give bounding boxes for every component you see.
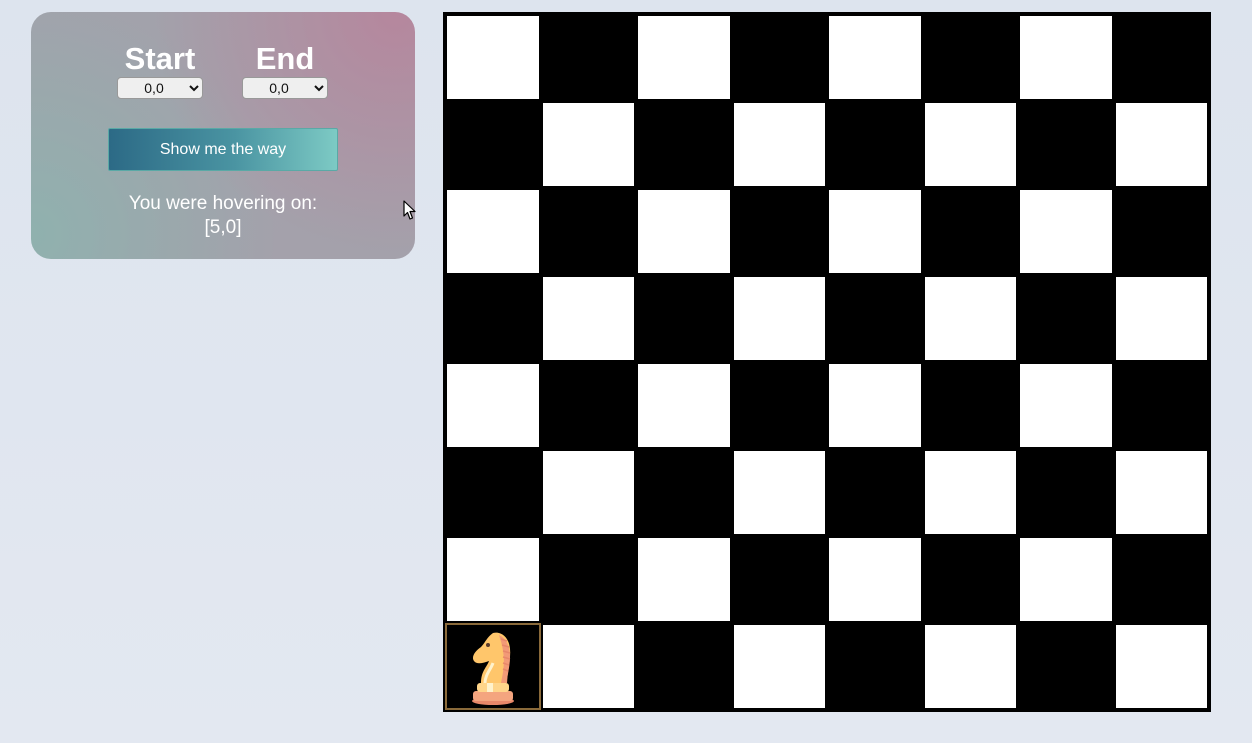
board-cell[interactable] — [731, 188, 827, 275]
board-cell[interactable] — [636, 623, 732, 710]
board-cell[interactable] — [1018, 188, 1114, 275]
board-cell[interactable] — [1018, 449, 1114, 536]
start-label: Start — [124, 41, 196, 76]
board-cell[interactable] — [1113, 623, 1209, 710]
board-cell[interactable] — [827, 275, 923, 362]
board-cell[interactable] — [636, 14, 732, 101]
board-cell[interactable] — [731, 101, 827, 188]
board-cell[interactable] — [1113, 14, 1209, 101]
board-cell[interactable] — [636, 536, 732, 623]
board-cell[interactable] — [445, 449, 541, 536]
board-cell[interactable] — [1018, 101, 1114, 188]
board-cell[interactable] — [1113, 188, 1209, 275]
chess-board — [443, 12, 1211, 712]
board-cell[interactable] — [445, 101, 541, 188]
board-cell[interactable] — [540, 623, 636, 710]
hover-label: You were hovering on: — [128, 193, 318, 214]
hover-info: You were hovering on: [5,0] — [31, 192, 415, 240]
board-cell[interactable] — [540, 101, 636, 188]
board-cell[interactable] — [445, 362, 541, 449]
board-cell[interactable] — [445, 536, 541, 623]
board-cell[interactable] — [636, 449, 732, 536]
board-cell[interactable] — [731, 449, 827, 536]
board-cell[interactable] — [827, 362, 923, 449]
board-cell[interactable] — [1018, 536, 1114, 623]
board-cell[interactable] — [827, 449, 923, 536]
board-cell[interactable] — [1113, 362, 1209, 449]
board-cell[interactable] — [827, 101, 923, 188]
board-cell[interactable] — [922, 449, 1018, 536]
end-label: End — [255, 41, 315, 76]
end-group: End 0,0 — [242, 41, 328, 99]
board-cell[interactable] — [827, 188, 923, 275]
board-cell[interactable] — [445, 188, 541, 275]
board-cell[interactable] — [1113, 536, 1209, 623]
board-cell[interactable] — [731, 275, 827, 362]
board-cell[interactable] — [1018, 275, 1114, 362]
board-cell[interactable] — [540, 449, 636, 536]
board-cell[interactable] — [445, 14, 541, 101]
board-cell[interactable] — [922, 623, 1018, 710]
board-cell[interactable] — [1018, 362, 1114, 449]
board-cell[interactable] — [540, 188, 636, 275]
end-select[interactable]: 0,0 — [242, 77, 328, 99]
board-cell[interactable] — [636, 188, 732, 275]
board-cell[interactable] — [731, 623, 827, 710]
board-cell[interactable] — [731, 362, 827, 449]
show-way-button[interactable]: Show me the way — [108, 128, 338, 171]
board-cell[interactable] — [636, 101, 732, 188]
start-select[interactable]: 0,0 — [117, 77, 203, 99]
board-cell[interactable] — [731, 536, 827, 623]
board-cell-knight[interactable] — [445, 623, 541, 710]
mouse-cursor-icon — [403, 200, 416, 220]
board-cell[interactable] — [540, 14, 636, 101]
board-cell[interactable] — [827, 14, 923, 101]
board-cell[interactable] — [1113, 275, 1209, 362]
hover-value: [5,0] — [204, 217, 242, 238]
board-cell[interactable] — [827, 623, 923, 710]
board-cell[interactable] — [827, 536, 923, 623]
knight-icon — [471, 632, 514, 705]
board-cell[interactable] — [922, 188, 1018, 275]
board-cell[interactable] — [922, 536, 1018, 623]
board-cell[interactable] — [636, 275, 732, 362]
board-cell[interactable] — [922, 101, 1018, 188]
board-cell[interactable] — [922, 275, 1018, 362]
board-cell[interactable] — [731, 14, 827, 101]
board-cell[interactable] — [1018, 14, 1114, 101]
start-group: Start 0,0 — [117, 41, 203, 99]
control-panel: Start 0,0 End 0,0 Show me the way You we… — [31, 12, 416, 259]
board-cell[interactable] — [1113, 449, 1209, 536]
board-cell[interactable] — [540, 536, 636, 623]
board-cell[interactable] — [1018, 623, 1114, 710]
board-cell[interactable] — [636, 362, 732, 449]
board-cell[interactable] — [1113, 101, 1209, 188]
board-cell[interactable] — [922, 14, 1018, 101]
board-cell[interactable] — [922, 362, 1018, 449]
board-cell[interactable] — [540, 362, 636, 449]
board-cell[interactable] — [445, 275, 541, 362]
board-cell[interactable] — [540, 275, 636, 362]
